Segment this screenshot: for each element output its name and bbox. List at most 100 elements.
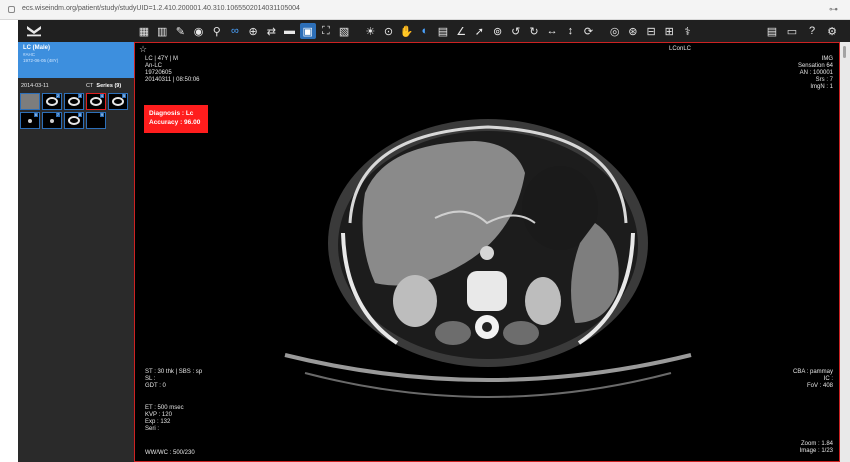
- scanner-table-bottom: [304, 372, 672, 398]
- image-icon[interactable]: ▧: [336, 23, 352, 39]
- series-description: LConLC: [669, 46, 692, 52]
- target-icon[interactable]: ◉: [191, 23, 207, 39]
- ct-scan-image[interactable]: [135, 43, 840, 462]
- stethoscope-icon[interactable]: ⚕: [679, 23, 695, 39]
- overlay-top-right: IMG Sensation 64 AN : 100001 Srs : 7 Img…: [798, 56, 833, 91]
- cine-icon[interactable]: ◎: [607, 23, 623, 39]
- left-paraspinal-muscle: [435, 321, 471, 345]
- overlay-exposure-time: ET : 500 msec: [145, 405, 184, 411]
- minus-icon[interactable]: ▬: [282, 23, 298, 39]
- overlay-bottom-right-info: CBA : pammay IC : FoV : 408: [793, 369, 833, 390]
- grid-icon[interactable]: ▥: [154, 23, 170, 39]
- patient-card[interactable]: LC (Male) #AHC 1972-06-05 (48Y): [18, 42, 134, 78]
- rotate-left-icon[interactable]: ↺: [508, 23, 524, 39]
- invert-icon[interactable]: ◐: [417, 23, 433, 39]
- overlay-image-number: ImgN : 1: [810, 84, 833, 90]
- browser-address-bar[interactable]: ecs.wiseindm.org/patient/study/studyUID=…: [0, 0, 850, 20]
- series-thumbnail[interactable]: 2: [42, 93, 62, 110]
- export-icon[interactable]: ⊟: [643, 23, 659, 39]
- series-count: CT Series (9): [86, 83, 121, 89]
- rotate-right-icon[interactable]: ↻: [526, 23, 542, 39]
- overlay-birthdate: 19720605: [145, 70, 172, 76]
- lock-icon: [8, 6, 15, 13]
- study-row[interactable]: 2014-03-11 CT Series (9): [18, 82, 134, 91]
- reset-icon[interactable]: ⟳: [581, 23, 597, 39]
- overlay-kvp: KVP : 120: [145, 412, 172, 418]
- flip-horizontal-icon[interactable]: ↔: [544, 23, 560, 39]
- main-toolbar: ▦ ▥ ✎ ◉ ⚲ ∞ ⊕ ⇄ ▬ ▣ ⛶ ▧ ☀ ⊙ ✋ ◐ ▤ ∠ ➚ ⊚ ↺ ↻ ↔ ↕ ⟳ ◎ ⊛ ⊟ ⊞ ⚕ ▤ ▭? ⚙: [18, 20, 850, 42]
- overlay-an: AN : 100001: [799, 70, 833, 76]
- ct-slice-preview: [90, 97, 102, 106]
- tool-group: ▦ ▥ ✎ ◉ ⚲ ∞ ⊕ ⇄ ▬ ▣ ⛶ ▧ ☀ ⊙ ✋ ◐ ▤ ∠ ➚ ⊚ ↺ ↻ ↔ ↕ ⟳ ◎ ⊛ ⊟ ⊞ ⚕: [136, 22, 698, 40]
- series-thumbnail[interactable]: 4: [86, 93, 106, 110]
- brush-icon[interactable]: ✎: [172, 23, 188, 39]
- histogram-icon[interactable]: ▤: [435, 23, 451, 39]
- overlay-slice-location: SL :: [145, 376, 156, 382]
- series-thumbnail[interactable]: [20, 93, 40, 110]
- ct-slice-preview: [112, 97, 124, 106]
- pan-hand-icon[interactable]: ✋: [399, 23, 415, 39]
- screen-icon[interactable]: ▣: [299, 23, 316, 39]
- overlay-slice-thickness: ST : 30 thk | SBS : sp: [145, 369, 203, 375]
- overlay-bottom-left-acquisition: ST : 30 thk | SBS : sp SL : GDT : 0: [145, 369, 202, 390]
- flip-vertical-icon[interactable]: ↕: [562, 23, 578, 39]
- viewport-scrollbar[interactable]: [840, 42, 850, 462]
- patient-name: LC (Male): [23, 45, 50, 51]
- series-thumbnail[interactable]: 7: [42, 112, 62, 129]
- overlay-patient-info: LC | 47Y | M: [145, 56, 179, 62]
- thumbnail-series-number: 4: [100, 94, 104, 98]
- series-thumbnail[interactable]: 6: [20, 112, 40, 129]
- overlay-bottom-left-exposure: ET : 500 msec KVP : 120 Exp : 132 Seri :: [145, 405, 184, 433]
- layout-icon[interactable]: ▦: [136, 23, 152, 39]
- zoom-icon[interactable]: ⊙: [380, 23, 396, 39]
- right-paraspinal-muscle: [503, 321, 539, 345]
- swap-icon[interactable]: ⇄: [263, 23, 279, 39]
- roi-icon[interactable]: ⊚: [490, 23, 506, 39]
- puzzle-icon[interactable]: ⊶: [829, 4, 838, 15]
- help-icon[interactable]: ?: [804, 23, 820, 39]
- angle-icon[interactable]: ∠: [453, 23, 469, 39]
- ct-slice-preview: [68, 116, 80, 125]
- user-settings-icon[interactable]: ⚙: [824, 23, 840, 39]
- overlay-zoom: Zoom : 1.84: [800, 441, 833, 447]
- diagnosis-label: Diagnosis : Lc: [149, 110, 194, 117]
- save-icon[interactable]: ⊞: [661, 23, 677, 39]
- study-sidebar: LC (Male) #AHC 1972-06-05 (48Y) 2014-03-…: [18, 42, 134, 462]
- thumbnail-series-number: 8: [78, 113, 82, 117]
- scrollbar-thumb[interactable]: [843, 46, 846, 58]
- overlay-ic: IC :: [823, 376, 833, 382]
- pointer-icon[interactable]: ➚: [471, 23, 487, 39]
- overlay-bottom-right-zoom: Zoom : 1.84 Image : 1/23: [800, 441, 833, 455]
- crosshair-icon[interactable]: ⊕: [245, 23, 261, 39]
- series-thumbnail[interactable]: 5: [108, 93, 128, 110]
- brightness-icon[interactable]: ☀: [362, 23, 378, 39]
- series-thumbnail[interactable]: 8: [64, 112, 84, 129]
- magic-wand-icon[interactable]: ⚲: [209, 23, 225, 39]
- overlay-top-left: LC | 47Y | M An-LC 19720605 20140311 | 0…: [145, 56, 200, 84]
- overlay-scanner: Sensation 64: [797, 63, 833, 69]
- left-kidney: [525, 277, 561, 325]
- study-date: 2014-03-11: [21, 83, 49, 89]
- series-thumbnail[interactable]: 9: [86, 112, 106, 129]
- app-logo-icon[interactable]: [26, 25, 42, 37]
- report-icon[interactable]: ▤: [764, 23, 780, 39]
- star-icon[interactable]: ☆: [139, 44, 147, 55]
- ct-slice-preview: [68, 97, 80, 106]
- overlay-modality: IMG: [821, 56, 833, 62]
- comment-icon[interactable]: ▭: [784, 23, 800, 39]
- accuracy-label: Accuracy : 96.00: [149, 119, 201, 126]
- image-viewport[interactable]: ☆ LConLC LC | 47Y | M An-LC 19720605 201…: [134, 42, 840, 462]
- overlay-accession: An-LC: [145, 63, 163, 69]
- aorta: [480, 246, 494, 260]
- link-icon[interactable]: ∞: [227, 23, 243, 39]
- thumbnail-series-number: 9: [100, 113, 104, 117]
- overlay-window-level: WW/WC : 500/230: [145, 450, 195, 456]
- overlay-image-index: Image : 1/23: [799, 448, 833, 454]
- overlay-gantry-tilt: GDT : 0: [145, 383, 166, 389]
- url-text[interactable]: ecs.wiseindm.org/patient/study/studyUID=…: [22, 5, 300, 12]
- thumbnail-series-number: 6: [34, 113, 38, 117]
- overlay-study-datetime: 20140311 | 08:50:06: [145, 77, 200, 83]
- fullscreen-icon[interactable]: ⛶: [318, 23, 334, 39]
- record-icon[interactable]: ⊛: [625, 23, 641, 39]
- series-thumbnail[interactable]: 3: [64, 93, 84, 110]
